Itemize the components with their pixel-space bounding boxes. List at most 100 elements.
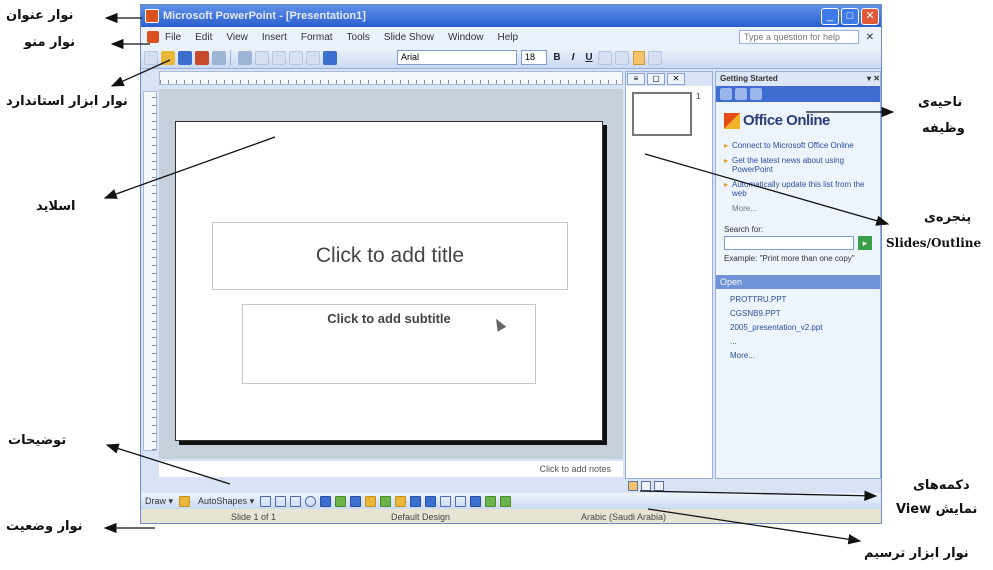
search-input[interactable] bbox=[724, 236, 854, 250]
shadow-style-icon[interactable] bbox=[485, 495, 497, 507]
cut-icon[interactable] bbox=[238, 50, 252, 65]
notes-pane[interactable]: Click to add notes bbox=[159, 461, 623, 477]
dash-style-icon[interactable] bbox=[455, 495, 467, 507]
label-task-pane-2: وظیفه bbox=[922, 121, 965, 136]
underline-button[interactable]: U bbox=[583, 51, 595, 65]
recent-files-list: PROTTRU.PPT CGSNB9.PPT 2005_presentation… bbox=[730, 295, 880, 360]
recent-file-item[interactable]: CGSNB9.PPT bbox=[730, 309, 880, 318]
menu-help[interactable]: Help bbox=[498, 32, 519, 43]
toolbar-separator bbox=[230, 49, 231, 66]
document-close-icon[interactable]: ✕ bbox=[863, 32, 877, 43]
label-notes: توضیحات bbox=[8, 433, 67, 448]
more-files-link[interactable]: More... bbox=[730, 351, 880, 360]
arrow-style-icon[interactable] bbox=[470, 495, 482, 507]
slide-thumbnail[interactable] bbox=[632, 92, 692, 136]
redo-icon[interactable] bbox=[306, 50, 320, 65]
numbering-icon[interactable] bbox=[648, 50, 662, 65]
more-link[interactable]: More... bbox=[732, 204, 880, 213]
label-outline-pane-2: Slides/Outline bbox=[886, 236, 982, 250]
link-auto-update[interactable]: Automatically update this list from the … bbox=[724, 180, 874, 198]
normal-view-button[interactable] bbox=[628, 481, 638, 491]
line-style-icon[interactable] bbox=[440, 495, 452, 507]
menu-view[interactable]: View bbox=[226, 32, 248, 43]
draw-menu[interactable]: Draw ▾ bbox=[145, 496, 173, 507]
undo-icon[interactable] bbox=[289, 50, 303, 65]
line-color-icon[interactable] bbox=[410, 495, 422, 507]
office-online-text: Office Online bbox=[743, 112, 830, 129]
copy-icon[interactable] bbox=[255, 50, 269, 65]
recent-file-item[interactable]: ... bbox=[730, 337, 880, 346]
paste-icon[interactable] bbox=[272, 50, 286, 65]
menu-file[interactable]: File bbox=[165, 32, 181, 43]
align-right-button[interactable] bbox=[633, 50, 645, 65]
slide-show-view-button[interactable] bbox=[654, 481, 664, 491]
diagram-icon[interactable] bbox=[350, 495, 362, 507]
picture-icon[interactable] bbox=[380, 495, 392, 507]
document-icon[interactable] bbox=[147, 31, 159, 43]
menu-slide-show[interactable]: Slide Show bbox=[384, 32, 434, 43]
powerpoint-app-icon[interactable] bbox=[145, 9, 159, 23]
open-folder-icon[interactable] bbox=[161, 50, 175, 65]
font-name-select[interactable]: Arial bbox=[397, 50, 517, 65]
save-icon[interactable] bbox=[178, 50, 192, 65]
print-icon[interactable] bbox=[212, 50, 226, 65]
select-objects-icon[interactable] bbox=[179, 495, 191, 507]
title-placeholder[interactable]: Click to add title bbox=[212, 222, 568, 290]
forward-arrow-icon[interactable] bbox=[735, 88, 747, 100]
italic-button[interactable]: I bbox=[567, 51, 579, 65]
slide-sorter-view-button[interactable] bbox=[641, 481, 651, 491]
drawing-toolbar: Draw ▾ AutoShapes ▾ bbox=[141, 493, 881, 509]
menu-window[interactable]: Window bbox=[448, 32, 484, 43]
subtitle-placeholder[interactable]: Click to add subtitle bbox=[242, 304, 536, 384]
label-slide: اسلاید bbox=[36, 199, 76, 214]
align-center-icon[interactable] bbox=[615, 50, 629, 65]
textbox-icon[interactable] bbox=[320, 495, 332, 507]
font-size-select[interactable]: 18 bbox=[521, 50, 547, 65]
fill-color-icon[interactable] bbox=[395, 495, 407, 507]
help-icon[interactable] bbox=[323, 50, 337, 65]
status-design: Default Design bbox=[391, 512, 451, 522]
font-color-icon[interactable] bbox=[425, 495, 437, 507]
slides-outline-pane: ≡ ▢ ✕ 1 bbox=[625, 71, 713, 479]
link-connect-office-online[interactable]: Connect to Microsoft Office Online bbox=[724, 141, 874, 150]
label-title-bar: نوار عنوان bbox=[6, 8, 74, 23]
recent-file-item[interactable]: PROTTRU.PPT bbox=[730, 295, 880, 304]
pane-close-icon[interactable]: ✕ bbox=[667, 73, 685, 85]
task-pane-title[interactable]: Getting Started bbox=[720, 72, 867, 86]
menu-edit[interactable]: Edit bbox=[195, 32, 212, 43]
office-online-logo[interactable]: Office Online bbox=[724, 112, 880, 129]
maximize-button[interactable]: □ bbox=[841, 7, 859, 25]
label-outline-pane-1: پنجره‌ی bbox=[924, 210, 972, 225]
arrow-icon[interactable] bbox=[275, 495, 287, 507]
menu-format[interactable]: Format bbox=[301, 32, 333, 43]
clipart-icon[interactable] bbox=[365, 495, 377, 507]
recent-file-item[interactable]: 2005_presentation_v2.ppt bbox=[730, 323, 880, 332]
help-question-input[interactable]: Type a question for help bbox=[739, 30, 859, 44]
home-icon[interactable] bbox=[750, 88, 762, 100]
menu-tools[interactable]: Tools bbox=[347, 32, 370, 43]
search-go-button[interactable]: ▸ bbox=[858, 236, 872, 250]
slide-editing-area: Click to add title Click to add subtitle bbox=[159, 89, 623, 459]
task-pane-close-icon[interactable]: ▾ ✕ bbox=[867, 72, 880, 86]
status-bar: Slide 1 of 1 Default Design Arabic (Saud… bbox=[141, 509, 881, 523]
minimize-button[interactable]: _ bbox=[821, 7, 839, 25]
tab-slides[interactable]: ▢ bbox=[647, 73, 665, 85]
search-row: ▸ bbox=[724, 236, 880, 250]
view-buttons bbox=[625, 479, 705, 493]
bold-button[interactable]: B bbox=[551, 51, 563, 65]
slide[interactable]: Click to add title Click to add subtitle bbox=[175, 121, 603, 441]
menu-insert[interactable]: Insert bbox=[262, 32, 287, 43]
close-button[interactable]: ✕ bbox=[861, 7, 879, 25]
3d-style-icon[interactable] bbox=[500, 495, 512, 507]
link-latest-news[interactable]: Get the latest news about using PowerPoi… bbox=[724, 156, 874, 174]
rectangle-icon[interactable] bbox=[290, 495, 302, 507]
line-icon[interactable] bbox=[260, 495, 272, 507]
tab-outline[interactable]: ≡ bbox=[627, 73, 645, 85]
wordart-icon[interactable] bbox=[335, 495, 347, 507]
oval-icon[interactable] bbox=[305, 495, 317, 507]
autoshapes-menu[interactable]: AutoShapes ▾ bbox=[198, 496, 254, 507]
back-arrow-icon[interactable] bbox=[720, 88, 732, 100]
new-icon[interactable] bbox=[144, 50, 158, 65]
permission-icon[interactable] bbox=[195, 50, 209, 65]
align-left-icon[interactable] bbox=[598, 50, 612, 65]
